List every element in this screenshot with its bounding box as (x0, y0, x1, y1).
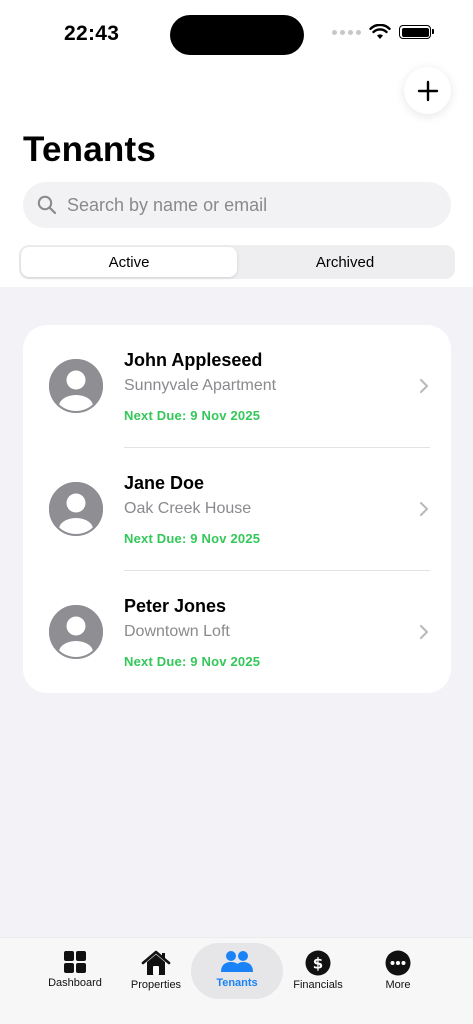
dollar-icon: $ (305, 950, 331, 976)
wifi-icon (369, 24, 391, 39)
svg-text:$: $ (313, 955, 323, 973)
add-tenant-button[interactable] (404, 67, 451, 114)
person-avatar-icon (49, 605, 103, 659)
house-icon (141, 950, 171, 975)
tenant-name: Peter Jones (124, 596, 227, 616)
tenant-row[interactable]: Peter Jones Downtown Loft Next Due: 9 No… (23, 571, 451, 694)
search-bar[interactable] (23, 182, 451, 228)
tenant-list-card: John Appleseed Sunnyvale Apartment Next … (23, 325, 451, 693)
person-avatar-icon (49, 482, 103, 536)
tenant-property: Oak Creek House (124, 500, 252, 517)
tab-label: More (385, 979, 411, 991)
tenant-row[interactable]: Jane Doe Oak Creek House Next Due: 9 Nov… (23, 448, 451, 571)
tenant-next-due: Next Due: 9 Nov 2025 (124, 654, 261, 669)
search-icon (37, 195, 57, 215)
grid-icon (64, 951, 86, 973)
tab-label: Tenants (216, 977, 258, 989)
tab-bar: Dashboard Properties Tenants $ Financial… (0, 937, 473, 1024)
tenant-property: Sunnyvale Apartment (124, 377, 277, 394)
tab-dashboard[interactable]: Dashboard (29, 943, 121, 999)
tenant-name: John Appleseed (124, 350, 263, 370)
tenant-property: Downtown Loft (124, 623, 230, 640)
search-input[interactable] (67, 194, 407, 216)
tab-financials[interactable]: $ Financials (272, 943, 364, 999)
tenant-next-due: Next Due: 9 Nov 2025 (124, 531, 261, 546)
chevron-right-icon (420, 379, 428, 393)
chevron-right-icon (420, 625, 428, 639)
signal-icon (332, 29, 361, 35)
status-icons (332, 24, 434, 40)
dynamic-island (170, 15, 304, 55)
person-avatar-icon (49, 359, 103, 413)
status-time: 22:43 (64, 22, 120, 45)
tab-more[interactable]: More (352, 943, 444, 999)
tab-tenants[interactable]: Tenants (191, 943, 283, 999)
tenant-next-due: Next Due: 9 Nov 2025 (124, 408, 261, 423)
plus-icon (417, 80, 438, 101)
tab-properties[interactable]: Properties (110, 943, 202, 999)
battery-icon (399, 25, 434, 39)
tab-label: Financials (293, 979, 343, 991)
tenant-row[interactable]: John Appleseed Sunnyvale Apartment Next … (23, 325, 451, 448)
status-bar: 22:43 (0, 0, 473, 70)
chevron-right-icon (420, 502, 428, 516)
status-segmented-control: Active Archived (19, 245, 455, 279)
page-title: Tenants (23, 130, 156, 169)
tab-label: Dashboard (48, 977, 102, 989)
tenant-name: Jane Doe (124, 473, 205, 493)
segment-active[interactable]: Active (21, 247, 237, 277)
tab-label: Properties (130, 979, 182, 991)
segment-archived[interactable]: Archived (237, 247, 453, 277)
people-icon (221, 951, 253, 972)
more-icon (385, 950, 411, 976)
